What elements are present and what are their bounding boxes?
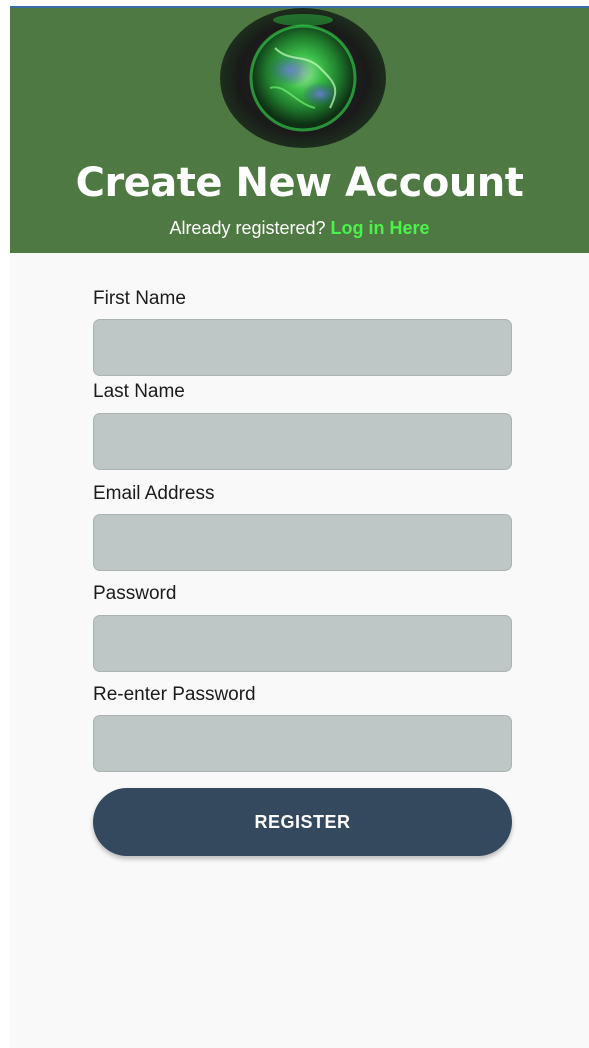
- registration-screen: Create New Account Already registered? L…: [10, 6, 589, 1048]
- login-link[interactable]: Log in Here: [331, 218, 430, 238]
- register-button[interactable]: REGISTER: [93, 788, 512, 856]
- email-field[interactable]: [93, 514, 512, 571]
- password-field[interactable]: [93, 615, 512, 672]
- header-banner: Create New Account Already registered? L…: [10, 8, 589, 253]
- login-prompt: Already registered? Log in Here: [10, 218, 589, 239]
- first-name-field[interactable]: [93, 319, 512, 376]
- login-prompt-text: Already registered?: [169, 218, 326, 238]
- globe-logo-icon: [220, 8, 386, 148]
- last-name-label: Last Name: [93, 381, 185, 402]
- page-title: Create New Account: [75, 160, 524, 206]
- confirm-password-field[interactable]: [93, 715, 512, 772]
- password-label: Password: [93, 583, 177, 604]
- email-label: Email Address: [93, 483, 215, 504]
- last-name-field[interactable]: [93, 413, 512, 470]
- confirm-password-label: Re-enter Password: [93, 684, 256, 705]
- first-name-label: First Name: [93, 288, 186, 309]
